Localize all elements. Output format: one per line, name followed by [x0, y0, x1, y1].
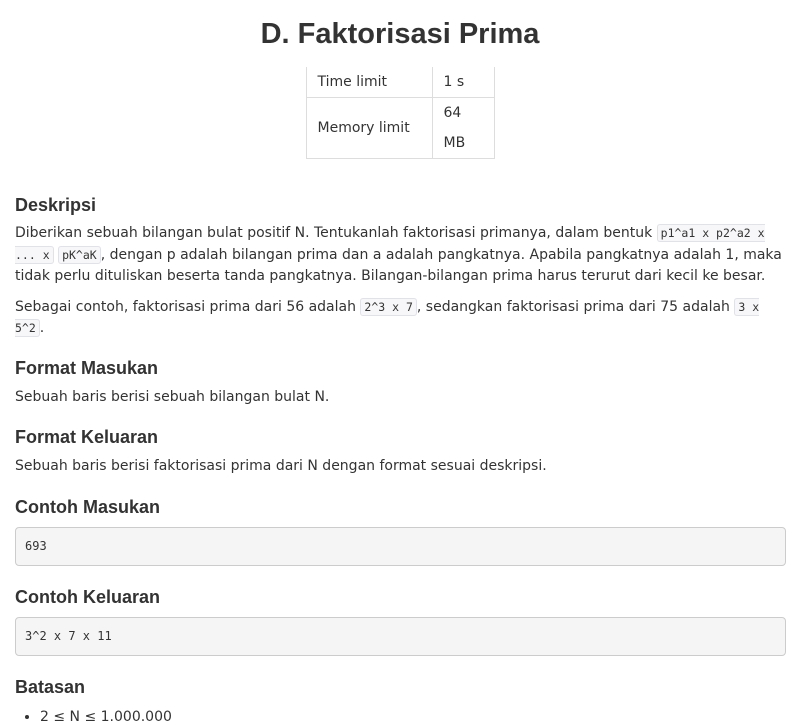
- deskripsi-text-1a: Diberikan sebuah bilangan bulat positif …: [15, 225, 657, 241]
- format-masukan-text: Sebuah baris berisi sebuah bilangan bula…: [15, 388, 330, 405]
- time-limit-value: 1 s: [431, 67, 495, 98]
- contoh-keluaran-heading: Contoh Keluaran: [15, 586, 161, 607]
- memory-limit-row: Memory limit 64 MB: [305, 97, 495, 159]
- format-keluaran-text: Sebuah baris berisi faktorisasi prima da…: [15, 458, 547, 474]
- memory-limit-value: 64 MB: [431, 97, 495, 159]
- problem-title: D. Faktorisasi Prima: [260, 18, 540, 50]
- deskripsi-text-1b: , dengan p adalah bilangan prima dan a a…: [15, 246, 782, 285]
- sample-output-block[interactable]: 3^2 x 7 x 11: [15, 616, 786, 656]
- deskripsi-heading: Deskripsi: [15, 195, 97, 215]
- deskripsi-paragraph-2: Sebagai contoh, faktorisasi prima dari 5…: [15, 297, 785, 340]
- batasan-list: 2 ≤ N ≤ 1.000.000: [15, 707, 785, 727]
- example-code-56: 2^3 x 7: [360, 297, 417, 316]
- contoh-masukan-heading: Contoh Masukan: [15, 496, 161, 517]
- batasan-item: 2 ≤ N ≤ 1.000.000: [40, 707, 785, 727]
- deskripsi-text-2a: Sebagai contoh, faktorisasi prima dari 5…: [15, 298, 361, 315]
- deskripsi-text-2c: .: [39, 320, 45, 336]
- format-keluaran-heading: Format Keluaran: [15, 427, 159, 447]
- deskripsi-paragraph-1: Diberikan sebuah bilangan bulat positif …: [15, 223, 785, 288]
- problem-page: D. Faktorisasi Prima Time limit 1 s Memo…: [0, 0, 800, 727]
- memory-limit-label: Memory limit: [305, 97, 433, 159]
- format-masukan-heading: Format Masukan: [15, 357, 159, 378]
- format-code-2: pK^aK: [58, 245, 101, 264]
- batasan-heading: Batasan: [15, 676, 86, 697]
- deskripsi-text-2b: , sedangkan faktorisasi prima dari 75 ad…: [416, 298, 735, 315]
- sample-input-block[interactable]: 693: [15, 526, 786, 566]
- time-limit-label: Time limit: [305, 67, 433, 98]
- time-limit-row: Time limit 1 s: [305, 67, 495, 98]
- limits-table: Time limit 1 s Memory limit 64 MB: [305, 67, 495, 159]
